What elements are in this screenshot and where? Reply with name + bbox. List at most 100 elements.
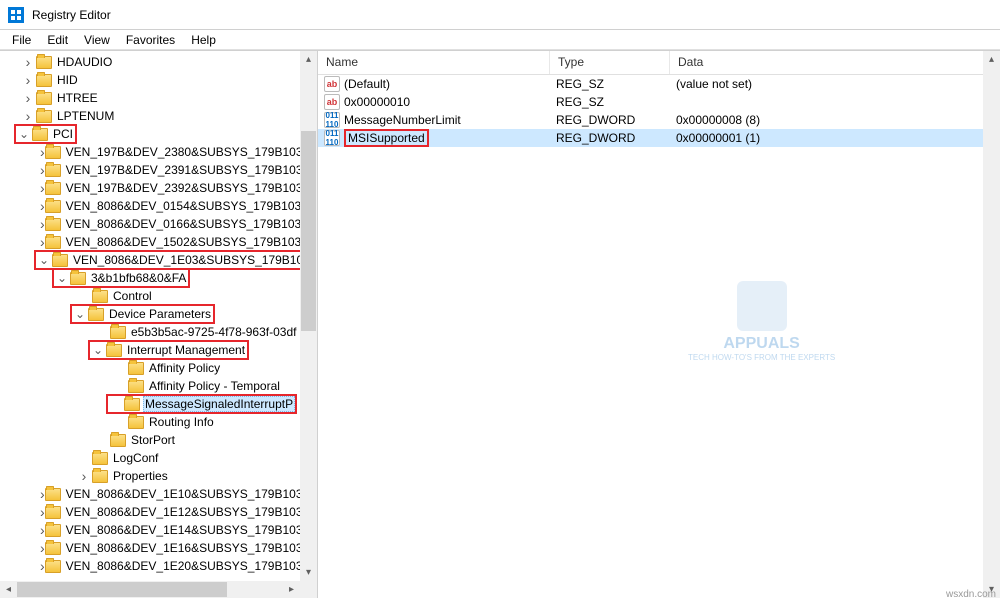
- tree-node-device-parameters[interactable]: Device Parameters: [0, 305, 317, 323]
- folder-icon: [45, 146, 61, 159]
- tree-node-affinity-policy[interactable]: Affinity Policy: [0, 359, 317, 377]
- chevron-right-icon[interactable]: [40, 180, 45, 196]
- tree-node-ven2[interactable]: VEN_197B&DEV_2392&SUBSYS_179B103C&: [0, 179, 317, 197]
- tree-leaf-icon: [76, 450, 92, 466]
- tree-node-ven11[interactable]: VEN_8086&DEV_1E20&SUBSYS_179B103C&: [0, 557, 317, 575]
- tree-node-htree[interactable]: HTREE: [0, 89, 317, 107]
- scroll-corner: [300, 581, 317, 598]
- folder-icon: [106, 344, 122, 357]
- tree-node-properties[interactable]: Properties: [0, 467, 317, 485]
- tree-node-hdaudio[interactable]: HDAUDIO: [0, 53, 317, 71]
- tree-node-control[interactable]: Control: [0, 287, 317, 305]
- tree-node-interrupt-management[interactable]: Interrupt Management: [0, 341, 317, 359]
- scroll-right-icon[interactable]: ▸: [283, 581, 300, 598]
- chevron-right-icon[interactable]: [20, 54, 36, 70]
- menu-view[interactable]: View: [76, 31, 118, 49]
- tree-node-guid[interactable]: e5b3b5ac-9725-4f78-963f-03df: [0, 323, 317, 341]
- folder-icon: [36, 74, 52, 87]
- tree-node-lptenum[interactable]: LPTENUM: [0, 107, 317, 125]
- tree-node-ven1[interactable]: VEN_197B&DEV_2391&SUBSYS_179B103C&: [0, 161, 317, 179]
- column-header-data[interactable]: Data: [670, 51, 1000, 74]
- tree-node-ven7[interactable]: VEN_8086&DEV_1E10&SUBSYS_179B103C&: [0, 485, 317, 503]
- chevron-right-icon[interactable]: [40, 234, 45, 250]
- chevron-down-icon[interactable]: [54, 270, 70, 286]
- chevron-right-icon[interactable]: [40, 558, 45, 574]
- tree-node-ven5[interactable]: VEN_8086&DEV_1502&SUBSYS_179B103C&: [0, 233, 317, 251]
- chevron-right-icon[interactable]: [76, 468, 92, 484]
- folder-icon: [110, 326, 126, 339]
- folder-icon: [36, 56, 52, 69]
- tree-node-ven6[interactable]: VEN_8086&DEV_1E03&SUBSYS_179B103C&: [0, 251, 317, 269]
- tree-scrollbar-horizontal[interactable]: ◂ ▸: [0, 581, 300, 598]
- list-scrollbar-vertical[interactable]: ▴ ▾: [983, 51, 1000, 598]
- menu-file[interactable]: File: [4, 31, 39, 49]
- chevron-right-icon[interactable]: [40, 216, 45, 232]
- tree-node-ven8[interactable]: VEN_8086&DEV_1E12&SUBSYS_179B103C&: [0, 503, 317, 521]
- chevron-down-icon[interactable]: [90, 342, 106, 358]
- menu-help[interactable]: Help: [183, 31, 224, 49]
- tree-scrollbar-vertical[interactable]: ▴ ▾: [300, 51, 317, 581]
- scroll-down-icon[interactable]: ▾: [300, 564, 317, 581]
- folder-icon: [45, 236, 61, 249]
- chevron-down-icon[interactable]: [36, 252, 52, 268]
- folder-icon: [128, 362, 144, 375]
- scroll-thumb[interactable]: [17, 582, 227, 597]
- string-value-icon: ab: [324, 94, 340, 110]
- scroll-up-icon[interactable]: ▴: [300, 51, 317, 68]
- value-row-default[interactable]: ab (Default) REG_SZ (value not set): [318, 75, 1000, 93]
- menu-edit[interactable]: Edit: [39, 31, 76, 49]
- value-row-0x10[interactable]: ab 0x00000010 REG_SZ: [318, 93, 1000, 111]
- column-header-type[interactable]: Type: [550, 51, 670, 74]
- chevron-right-icon[interactable]: [40, 522, 45, 538]
- tree-node-ven10[interactable]: VEN_8086&DEV_1E16&SUBSYS_179B103C&: [0, 539, 317, 557]
- menu-favorites[interactable]: Favorites: [118, 31, 183, 49]
- menubar: File Edit View Favorites Help: [0, 30, 1000, 50]
- tree-node-affinity-policy-temporal[interactable]: Affinity Policy - Temporal: [0, 377, 317, 395]
- chevron-down-icon[interactable]: [72, 306, 88, 322]
- chevron-right-icon[interactable]: [40, 162, 45, 178]
- tree-node-ven4[interactable]: VEN_8086&DEV_0166&SUBSYS_179B103C&: [0, 215, 317, 233]
- column-header-name[interactable]: Name: [318, 51, 550, 74]
- window-title: Registry Editor: [32, 8, 111, 22]
- registry-tree: HDAUDIO HID HTREE LPTENUM PCI VEN_197B&D…: [0, 51, 317, 577]
- tree-leaf-icon: [76, 288, 92, 304]
- app-icon: [8, 7, 24, 23]
- chevron-right-icon[interactable]: [40, 504, 45, 520]
- tree-node-pci[interactable]: PCI: [0, 125, 317, 143]
- tree-leaf-icon: [112, 360, 128, 376]
- chevron-right-icon[interactable]: [40, 144, 45, 160]
- folder-icon: [45, 488, 61, 501]
- tree-node-message-signaled-interrupt[interactable]: MessageSignaledInterruptP: [0, 395, 317, 413]
- tree-leaf-icon: [112, 414, 128, 430]
- tree-node-ven3[interactable]: VEN_8086&DEV_0154&SUBSYS_179B103C&: [0, 197, 317, 215]
- folder-icon: [45, 182, 61, 195]
- scroll-up-icon[interactable]: ▴: [983, 51, 1000, 68]
- tree-node-ven9[interactable]: VEN_8086&DEV_1E14&SUBSYS_179B103C&: [0, 521, 317, 539]
- chevron-right-icon[interactable]: [40, 198, 45, 214]
- chevron-right-icon[interactable]: [20, 108, 36, 124]
- values-pane: Name Type Data ab (Default) REG_SZ (valu…: [318, 51, 1000, 598]
- scroll-thumb[interactable]: [301, 131, 316, 331]
- chevron-down-icon[interactable]: [16, 126, 32, 142]
- chevron-right-icon[interactable]: [40, 486, 45, 502]
- folder-icon: [92, 452, 108, 465]
- folder-icon: [128, 416, 144, 429]
- value-row-msi-supported[interactable]: 011110 MSISupported REG_DWORD 0x00000001…: [318, 129, 1000, 147]
- list-header: Name Type Data: [318, 51, 1000, 75]
- tree-leaf-icon: [94, 432, 110, 448]
- tree-pane: HDAUDIO HID HTREE LPTENUM PCI VEN_197B&D…: [0, 51, 318, 598]
- tree-node-storport[interactable]: StorPort: [0, 431, 317, 449]
- chevron-right-icon[interactable]: [40, 540, 45, 556]
- folder-icon: [92, 290, 108, 303]
- tree-node-hid[interactable]: HID: [0, 71, 317, 89]
- chevron-right-icon[interactable]: [20, 90, 36, 106]
- chevron-right-icon[interactable]: [20, 72, 36, 88]
- folder-icon: [45, 200, 61, 213]
- tree-node-logconf[interactable]: LogConf: [0, 449, 317, 467]
- value-row-message-number-limit[interactable]: 011110 MessageNumberLimit REG_DWORD 0x00…: [318, 111, 1000, 129]
- tree-node-routing-info[interactable]: Routing Info: [0, 413, 317, 431]
- tree-node-ven0[interactable]: VEN_197B&DEV_2380&SUBSYS_179B103C&: [0, 143, 317, 161]
- folder-icon: [92, 470, 108, 483]
- tree-node-instance[interactable]: 3&b1bfb68&0&FA: [0, 269, 317, 287]
- scroll-left-icon[interactable]: ◂: [0, 581, 17, 598]
